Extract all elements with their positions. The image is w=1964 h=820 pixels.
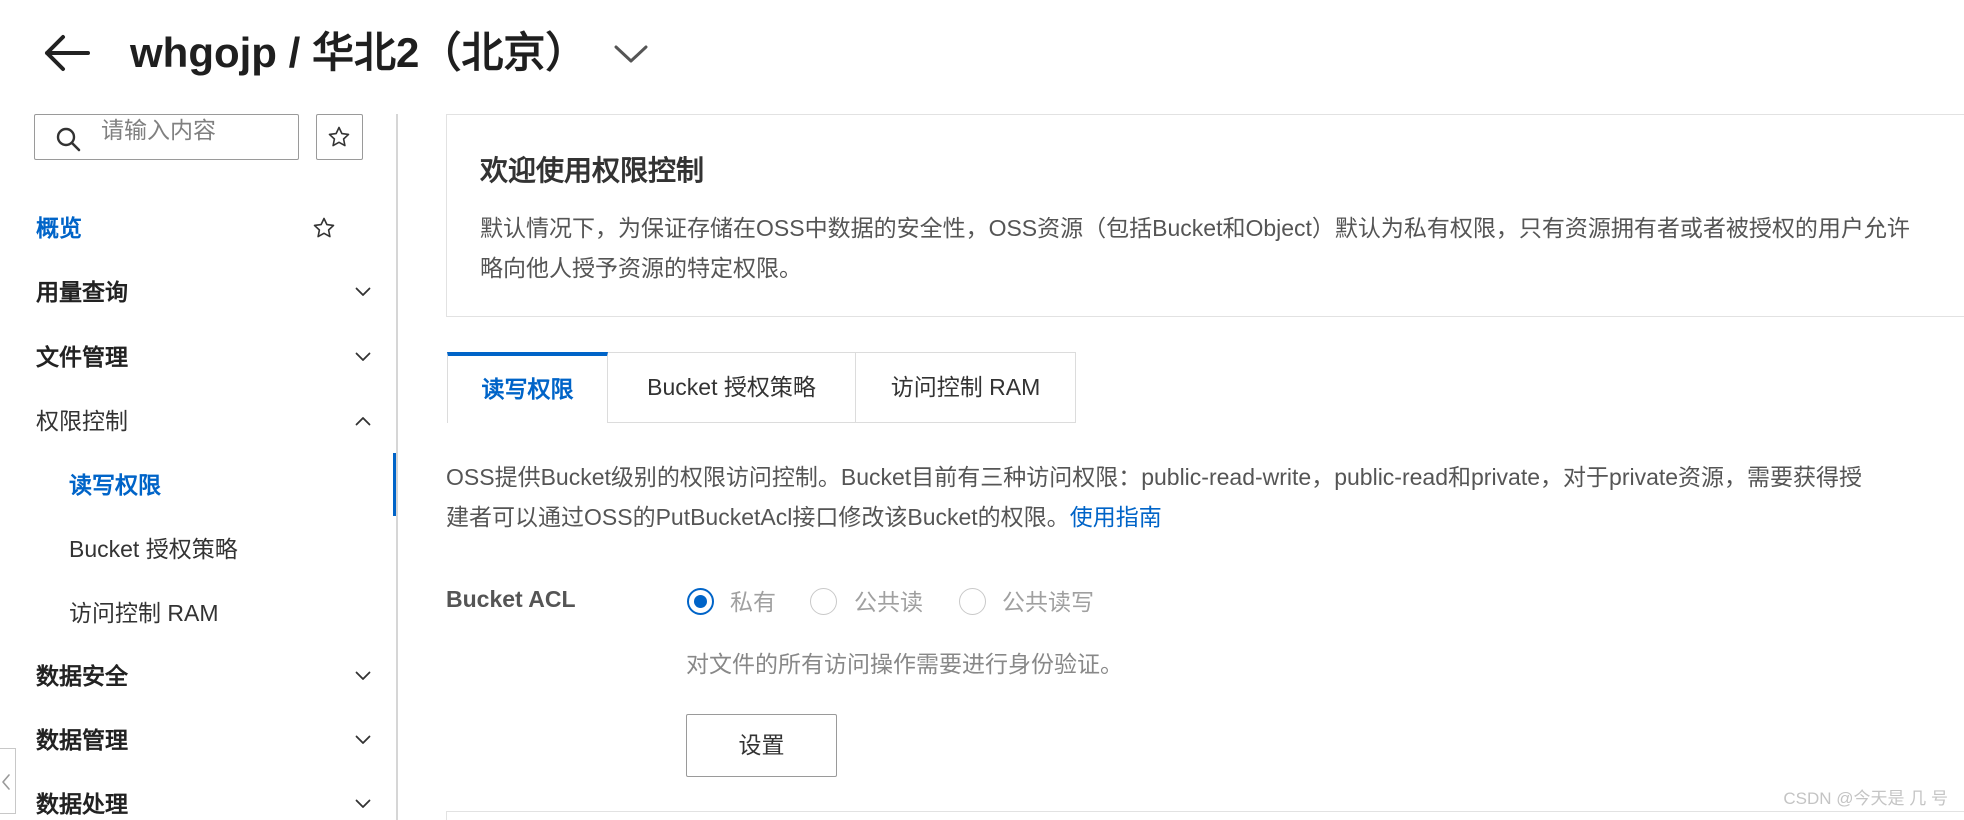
sidebar-item-data-management[interactable]: 数据管理 <box>0 724 392 756</box>
radio-label: 公共读 <box>854 589 923 615</box>
sidebar-item-ram[interactable]: 访问控制 RAM <box>0 597 392 629</box>
sidebar-collapse-button[interactable] <box>0 748 16 814</box>
search-input[interactable] <box>93 115 293 158</box>
search-icon <box>56 127 81 152</box>
radio-label: 公共读写 <box>1002 589 1094 615</box>
acl-description-line: OSS提供Bucket级别的权限访问控制。Bucket目前有三种访问权限：pub… <box>446 464 1863 490</box>
acl-option-public-read-write[interactable]: 公共读写 <box>959 586 1094 618</box>
chevron-down-icon <box>355 352 371 361</box>
sidebar-item-usage[interactable]: 用量查询 <box>0 276 392 308</box>
tab-label: Bucket 授权策略 <box>647 374 816 400</box>
sidebar-item-read-write-permission[interactable]: 读写权限 <box>0 469 392 501</box>
welcome-text-line: 略向他人授予资源的特定权限。 <box>480 255 802 281</box>
sidebar-item-bucket-policy[interactable]: Bucket 授权策略 <box>0 533 392 565</box>
sidebar-item-label: 数据处理 <box>36 791 128 817</box>
tab-label: 读写权限 <box>481 376 574 402</box>
bucket-acl-label: Bucket ACL <box>446 586 576 612</box>
star-icon <box>328 126 350 147</box>
sidebar-item-label: 用量查询 <box>36 279 128 305</box>
tab-read-write-permission[interactable]: 读写权限 <box>447 352 608 423</box>
radio-dot <box>694 595 707 608</box>
set-acl-button[interactable]: 设置 <box>686 714 837 777</box>
radio-dot <box>965 594 978 607</box>
welcome-title: 欢迎使用权限控制 <box>480 155 705 186</box>
sidebar-divider <box>396 114 398 820</box>
sidebar-item-label: 权限控制 <box>36 408 128 434</box>
sidebar-item-files[interactable]: 文件管理 <box>0 341 392 373</box>
tab-ram[interactable]: 访问控制 RAM <box>856 352 1076 423</box>
sidebar-item-label: 数据管理 <box>36 727 128 753</box>
main-content: 欢迎使用权限控制 默认情况下，为保证存储在OSS中数据的安全性，OSS资源（包括… <box>446 0 1964 820</box>
acl-option-private[interactable]: 私有 <box>687 586 817 618</box>
next-card <box>446 811 1964 820</box>
sidebar-item-label: 概览 <box>36 215 82 241</box>
acl-description-text: 建者可以通过OSS的PutBucketAcl接口修改该Bucket的权限。 <box>446 504 1070 530</box>
sidebar-item-access-control[interactable]: 权限控制 <box>0 405 392 437</box>
search-box <box>34 114 299 160</box>
tab-bucket-policy[interactable]: Bucket 授权策略 <box>608 352 856 423</box>
welcome-card: 欢迎使用权限控制 默认情况下，为保证存储在OSS中数据的安全性，OSS资源（包括… <box>446 114 1964 317</box>
radio-label: 私有 <box>730 589 776 615</box>
favorite-button[interactable] <box>316 114 363 160</box>
acl-hint-text: 对文件的所有访问操作需要进行身份验证。 <box>686 651 1123 677</box>
active-item-indicator <box>393 453 396 516</box>
sidebar: 概览 用量查询 文件管理 权限控制 读写权限 Bucket 授权策略 访问控制 … <box>0 0 398 820</box>
usage-guide-link[interactable]: 使用指南 <box>1070 504 1162 530</box>
chevron-down-icon <box>355 287 371 296</box>
tab-label: 访问控制 RAM <box>890 374 1041 400</box>
acl-description-line: 建者可以通过OSS的PutBucketAcl接口修改该Bucket的权限。使用指… <box>446 501 1964 533</box>
star-icon[interactable] <box>312 216 336 240</box>
sidebar-item-label: 读写权限 <box>69 472 161 498</box>
sidebar-item-overview[interactable]: 概览 <box>0 212 392 244</box>
sidebar-item-label: Bucket 授权策略 <box>69 536 238 562</box>
radio-circle <box>810 588 837 615</box>
radio-dot <box>816 594 829 607</box>
chevron-up-icon <box>355 417 371 426</box>
chevron-down-icon <box>355 735 371 744</box>
sidebar-item-label: 访问控制 RAM <box>69 600 219 626</box>
radio-circle <box>687 588 714 615</box>
chevron-left-icon <box>2 774 10 790</box>
welcome-text-line: 默认情况下，为保证存储在OSS中数据的安全性，OSS资源（包括Bucket和Ob… <box>480 215 1910 241</box>
sidebar-item-label: 数据安全 <box>36 663 128 689</box>
sidebar-item-data-security[interactable]: 数据安全 <box>0 660 392 692</box>
acl-option-public-read[interactable]: 公共读 <box>810 586 940 618</box>
chevron-down-icon <box>355 671 371 680</box>
sidebar-item-label: 文件管理 <box>36 344 128 370</box>
sidebar-item-data-processing[interactable]: 数据处理 <box>0 788 392 820</box>
watermark: CSDN @今天是 几 号 <box>1783 789 1948 808</box>
chevron-down-icon <box>355 799 371 808</box>
radio-circle <box>959 588 986 615</box>
